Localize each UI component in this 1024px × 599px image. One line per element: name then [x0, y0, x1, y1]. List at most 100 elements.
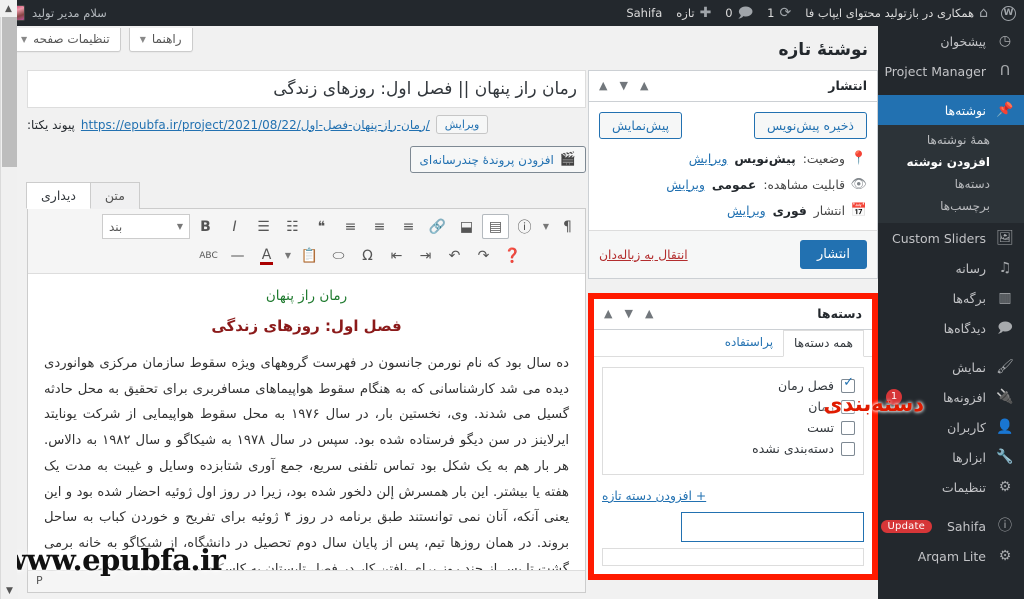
category-checkbox[interactable] — [841, 421, 855, 435]
schedule-edit-link[interactable]: ویرایش — [727, 204, 766, 218]
sidebar-item-dashboard[interactable]: ◷ پیشخوان — [878, 26, 1024, 56]
wordpress-logo-menu[interactable]: W — [995, 0, 1024, 26]
align-left-icon[interactable]: ≡ — [395, 214, 422, 239]
add-media-button[interactable]: 🎬 افزودن پروندهٔ چندرسانه‌ای — [410, 146, 586, 173]
account-menu[interactable]: سلام مدیر تولید — [0, 0, 116, 26]
sidebar-item-media[interactable]: ♫ رسانه — [878, 253, 1024, 283]
sidebar-item-comments[interactable]: 🗩 دیدگاه‌ها — [878, 313, 1024, 343]
theme-menu[interactable]: Sahifa — [619, 0, 669, 26]
editor-content-body[interactable]: رمان راز پنهان فصل اول: روزهای زندگی ده … — [28, 274, 585, 570]
toolbar-toggle-icon[interactable]: ▤ — [482, 214, 509, 239]
tab-most-used-categories[interactable]: پراستفاده — [715, 330, 783, 356]
tab-text-editor[interactable]: متن — [90, 182, 140, 209]
tab-visual-editor[interactable]: دیداری — [26, 182, 91, 209]
site-name-menu[interactable]: ⌂ همکاری در بازتولید محتوای ایپاب فا — [798, 0, 995, 26]
strikethrough-icon[interactable]: ABC — [195, 243, 222, 268]
help-tab-button[interactable]: راهنما ▼ — [129, 28, 193, 52]
sidebar-item-custom-sliders[interactable]: 🖼 Custom Sliders — [878, 223, 1024, 253]
caret-up-icon[interactable]: ▲ — [640, 79, 648, 92]
undo-icon[interactable]: ↶ — [441, 243, 468, 268]
toggle-icon[interactable]: ▲ — [599, 79, 607, 92]
numbered-list-icon[interactable]: ☷ — [279, 214, 306, 239]
submenu-all-posts[interactable]: همهٔ نوشته‌ها — [878, 129, 1024, 151]
outdent-icon[interactable]: ⇥ — [412, 243, 439, 268]
updates-menu[interactable]: ⟳ 1 — [760, 0, 798, 26]
special-character-icon[interactable]: Ω — [354, 243, 381, 268]
blockquote-icon[interactable]: ❝ — [308, 214, 335, 239]
list-item[interactable]: دسته‌بندی نشده — [611, 441, 855, 456]
sidebar-item-sahifa[interactable]: ⓘ Sahifa Update — [878, 511, 1024, 541]
list-item[interactable]: رمان — [611, 399, 855, 414]
status-edit-link[interactable]: ویرایش — [689, 152, 728, 166]
caret-down-icon[interactable]: ▼ — [624, 307, 632, 320]
sidebar-item-arqam-lite[interactable]: ⚙ Arqam Lite — [878, 541, 1024, 571]
indent-icon[interactable]: ⇤ — [383, 243, 410, 268]
horizontal-line-icon[interactable]: — — [224, 243, 251, 268]
list-item[interactable]: تست — [611, 420, 855, 435]
sidebar-item-users[interactable]: 👤 کاربران — [878, 412, 1024, 442]
category-label: فصل رمان — [778, 378, 834, 393]
submenu-categories[interactable]: دسته‌ها — [878, 173, 1024, 195]
align-right-icon[interactable]: ≡ — [337, 214, 364, 239]
parent-category-select[interactable] — [602, 548, 864, 566]
bold-icon[interactable]: B — [192, 214, 219, 239]
categories-metabox-header[interactable]: دسته‌ها ▲ ▼ ▲ — [594, 299, 872, 330]
comments-icon: 🗩 — [995, 321, 1015, 335]
add-new-category-link[interactable]: + افزودن دسته تازه — [602, 489, 706, 503]
category-checkbox[interactable] — [841, 400, 855, 414]
publish-metabox-footer: انتشار انتقال به زباله‌دان — [589, 230, 877, 278]
new-category-input[interactable] — [681, 512, 864, 542]
scroll-up-button[interactable]: ▲ — [0, 0, 17, 17]
help-info-icon[interactable]: ⓘ — [511, 214, 538, 239]
scrollbar-thumb[interactable] — [2, 17, 17, 167]
sidebar-item-pages[interactable]: ▥ برگه‌ها — [878, 283, 1024, 313]
text-color-icon[interactable]: A — [253, 243, 280, 268]
sidebar-item-appearance[interactable]: 🖌 نمایش — [878, 352, 1024, 382]
redo-icon[interactable]: ↷ — [470, 243, 497, 268]
page-scrollbar[interactable]: ▲ ▼ — [0, 0, 17, 599]
comments-menu[interactable]: 🗩 0 — [718, 0, 760, 26]
bulleted-list-icon[interactable]: ☰ — [250, 214, 277, 239]
align-center-icon[interactable]: ≡ — [366, 214, 393, 239]
caret-up-icon[interactable]: ▲ — [645, 307, 653, 320]
move-to-trash-link[interactable]: انتقال به زباله‌دان — [599, 248, 688, 262]
sidebar-item-tools[interactable]: 🔧 ابزارها — [878, 442, 1024, 472]
category-checkbox[interactable] — [841, 442, 855, 456]
keyboard-shortcuts-icon[interactable]: ❓ — [499, 243, 526, 268]
post-title-input[interactable] — [27, 70, 586, 108]
category-checkbox[interactable] — [841, 379, 855, 393]
status-value: پیش‌نویس — [734, 152, 795, 166]
insert-link-icon[interactable]: 🔗 — [424, 214, 451, 239]
rtl-direction-icon[interactable]: ¶ — [554, 214, 581, 239]
sidebar-item-project-manager[interactable]: ꓵ Project Manager — [878, 56, 1024, 86]
tab-all-categories[interactable]: همه دسته‌ها — [783, 330, 864, 357]
publish-button[interactable]: انتشار — [800, 240, 867, 269]
screen-options-button[interactable]: تنظیمات صفحه ▼ — [10, 28, 121, 52]
chevron-down-icon[interactable]: ▼ — [540, 222, 552, 231]
submenu-add-post[interactable]: افزودن نوشته — [878, 151, 1024, 173]
new-content-menu[interactable]: ✚ تازه — [669, 0, 718, 26]
publish-metabox-header[interactable]: انتشار ▲ ▼ ▲ — [589, 71, 877, 102]
read-more-icon[interactable]: ⬓ — [453, 214, 480, 239]
submenu-tags[interactable]: برچسب‌ها — [878, 195, 1024, 217]
save-draft-button[interactable]: ذخیره پیش‌نویس — [754, 112, 867, 139]
paragraph-format-select[interactable]: ▼ بند — [102, 214, 190, 239]
clear-formatting-icon[interactable]: ⬭ — [325, 243, 352, 268]
italic-icon[interactable]: I — [221, 214, 248, 239]
permalink-url[interactable]: https://epubfa.ir/project/2021/08/22/رما… — [81, 118, 430, 132]
list-item[interactable]: فصل رمان — [611, 378, 855, 393]
sidebar-item-settings[interactable]: ⚙ تنظیمات — [878, 472, 1024, 502]
paste-as-text-icon[interactable]: 📋 — [296, 243, 323, 268]
category-label: دسته‌بندی نشده — [752, 441, 834, 456]
sidebar-item-posts[interactable]: 📌 نوشته‌ها — [878, 95, 1024, 125]
media-buttons-row: 🎬 افزودن پروندهٔ چندرسانه‌ای — [27, 146, 586, 173]
permalink-edit-button[interactable]: ویرایش — [436, 115, 489, 134]
toggle-icon[interactable]: ▲ — [604, 307, 612, 320]
sidebar-item-plugins[interactable]: 🔌 افزونه‌ها 1 — [878, 382, 1024, 412]
chevron-down-icon: ▼ — [140, 35, 146, 44]
caret-down-icon[interactable]: ▼ — [619, 79, 627, 92]
scroll-down-button[interactable]: ▼ — [1, 582, 18, 599]
chevron-down-icon[interactable]: ▼ — [282, 251, 294, 260]
preview-button[interactable]: پیش‌نمایش — [599, 112, 682, 139]
visibility-edit-link[interactable]: ویرایش — [666, 178, 705, 192]
